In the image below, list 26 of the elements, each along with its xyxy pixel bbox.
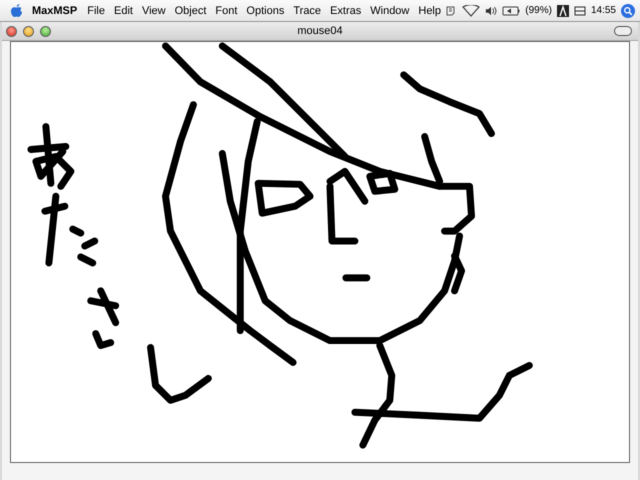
minimize-button[interactable] xyxy=(23,26,34,36)
script-icon[interactable] xyxy=(445,4,458,16)
menu-item[interactable]: Options xyxy=(246,4,284,16)
menu-item[interactable]: Trace xyxy=(293,4,322,16)
close-button[interactable] xyxy=(6,26,17,36)
zoom-button[interactable] xyxy=(40,26,51,36)
app-menu[interactable]: MaxMSP xyxy=(32,4,78,16)
wifi-icon[interactable] xyxy=(462,4,480,16)
volume-icon[interactable] xyxy=(485,4,498,16)
menu-item[interactable]: Font xyxy=(215,4,238,16)
battery-icon[interactable] xyxy=(502,4,520,16)
window-title: mouse04 xyxy=(296,25,344,37)
battery-percent: (99%) xyxy=(525,5,552,16)
menu-item[interactable]: File xyxy=(87,4,105,16)
input-menu-icon[interactable] xyxy=(556,4,569,16)
menu-item[interactable]: Edit xyxy=(114,4,133,16)
apple-icon[interactable] xyxy=(10,3,23,18)
menu-item[interactable]: Help xyxy=(418,4,441,16)
display-icon[interactable] xyxy=(574,4,586,16)
menu-item[interactable]: Extras xyxy=(330,4,362,16)
menu-item[interactable]: Object xyxy=(174,4,206,16)
menu-item[interactable]: View xyxy=(142,4,166,16)
menu-item[interactable]: Window xyxy=(370,4,410,16)
search-icon[interactable] xyxy=(621,4,635,18)
toolbar-button[interactable] xyxy=(614,26,632,36)
clock[interactable]: 14:55 xyxy=(590,5,616,16)
